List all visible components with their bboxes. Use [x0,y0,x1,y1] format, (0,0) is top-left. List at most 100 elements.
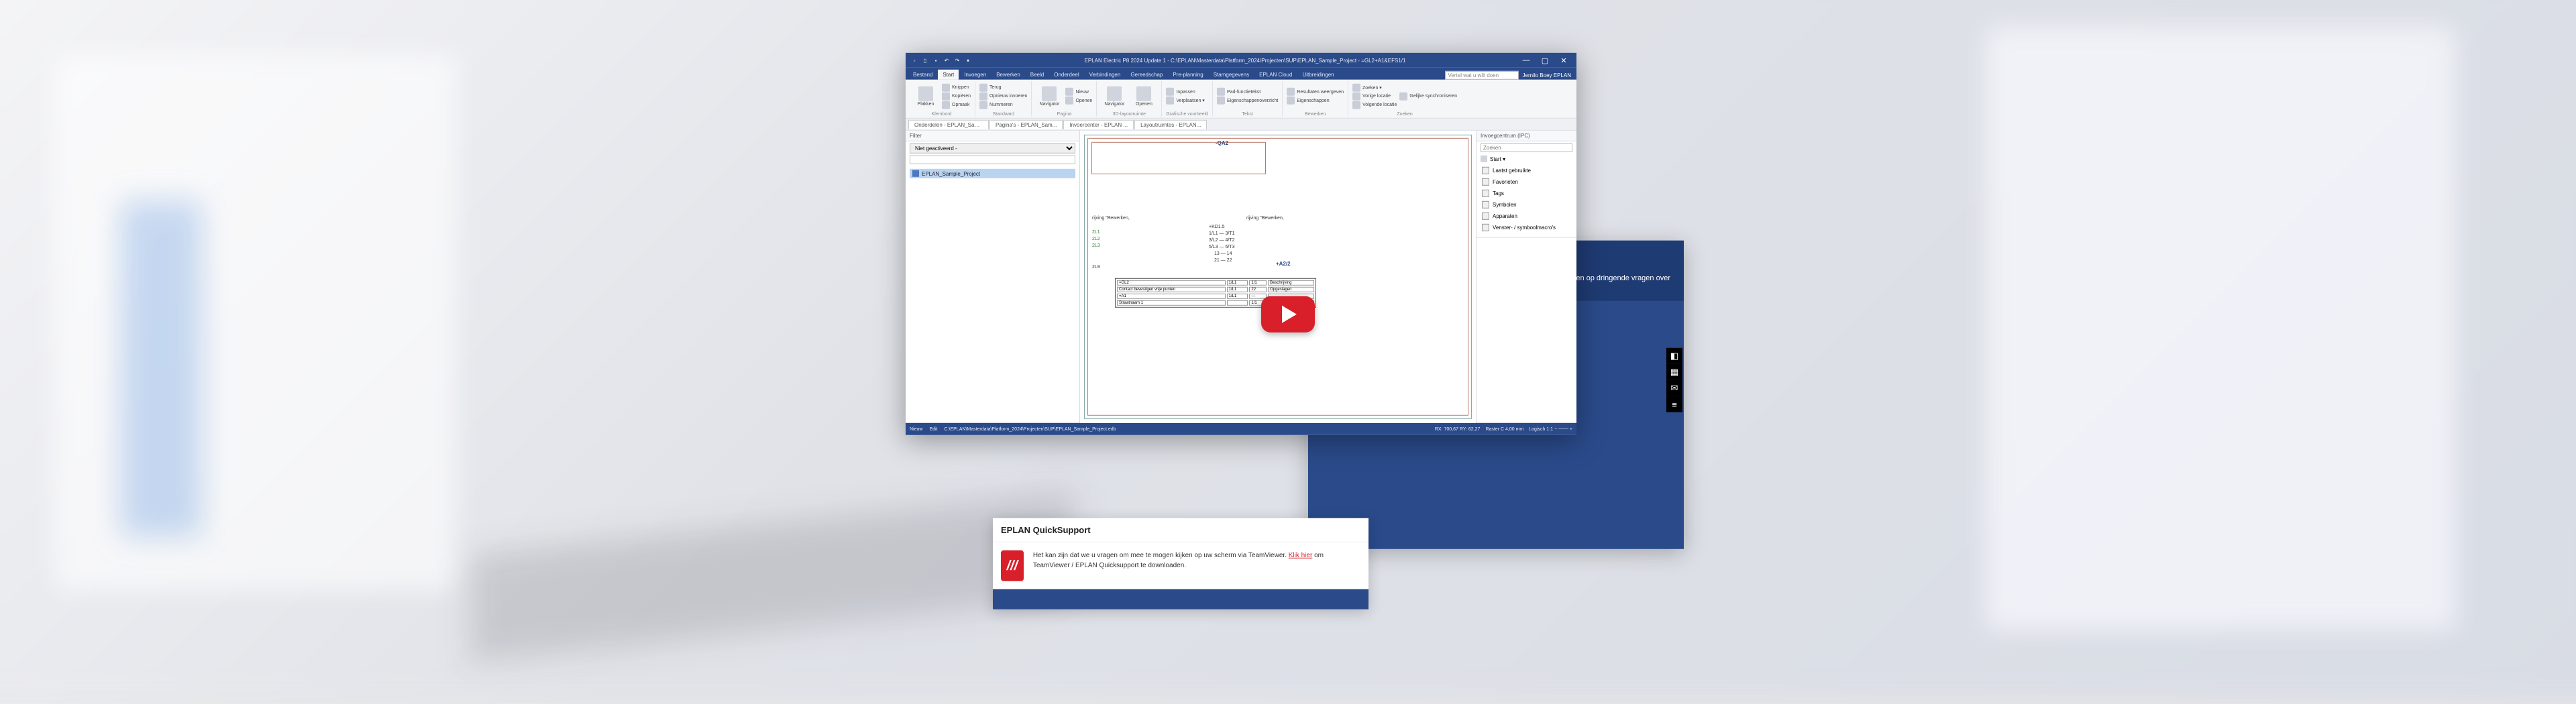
insert-center-panel: Invoegcentrum (IPC) Start ▾ Laatst gebru… [1476,131,1576,423]
status-edit[interactable]: Edit [929,426,937,431]
insert-macros[interactable]: Venster- / symboolmacro's [1477,222,1576,233]
number-button[interactable]: Nummeren [979,101,1027,109]
annot-2: rijving "Bewerken, [1246,216,1284,221]
qat-open-icon[interactable]: ▯ [920,56,930,65]
tab-start[interactable]: Start [938,70,959,80]
group-zoeken-label: Zoeken [1352,111,1457,117]
titlebar: ▫ ▯ ▪ ↶ ↷ ▾ EPLAN Electric P8 2024 Updat… [906,53,1576,68]
page-new-button[interactable]: Nieuw [1065,88,1092,96]
tab-cloud[interactable]: EPLAN Cloud [1254,70,1297,80]
clock-icon [1482,167,1489,174]
qat-save-icon[interactable]: ▪ [931,56,941,65]
insert-devices[interactable]: Apparaten [1477,211,1576,222]
conn-1: 1/L1 — 3/T1 [1209,231,1235,236]
undo-button[interactable]: Terug [979,83,1027,91]
schematic-canvas[interactable]: -QA2 rijving "Bewerken, rijving "Bewerke… [1080,131,1476,423]
filter-combo[interactable]: Niet geactiveerd - [910,143,1075,154]
subtab-1[interactable]: Onderdelen - EPLAN_Sample_Project [908,119,989,129]
conn-4: 13 — 14 [1214,251,1232,256]
maximize-button[interactable]: ▢ [1536,54,1554,66]
tree-project-node[interactable]: EPLAN_Sample_Project [910,169,1075,178]
minimize-button[interactable]: — [1517,54,1535,66]
quicksupport-card: EPLAN QuickSupport /// Het kan zijn dat … [993,518,1368,609]
tab-bewerken[interactable]: Bewerken [991,70,1025,80]
format-button[interactable]: Opmaak [942,101,971,109]
subtab-4[interactable]: Layoutruimtes - EPLAN... [1134,119,1207,129]
subtab-2[interactable]: Pagina's - EPLAN_Sam... [989,119,1063,129]
filter-search[interactable] [910,156,1075,164]
layout-open-button[interactable]: Openen [1130,86,1157,106]
symbol-icon [1482,201,1489,209]
qat-more-icon[interactable]: ▾ [963,56,973,65]
properties-button[interactable]: Eigenschappen [1287,97,1344,105]
tab-verbindingen[interactable]: Verbindingen [1085,70,1126,80]
quicksupport-text: Het kan zijn dat we u vragen om mee te m… [1033,550,1360,571]
play-icon [1282,306,1297,323]
insert-recent[interactable]: Laatst gebruikte [1477,165,1576,176]
tab-onderdeel[interactable]: Onderdeel [1049,70,1083,80]
statusbar: Nieuw Edit C:\EPLAN\Masterdata\Platform_… [906,423,1576,435]
tab-gereedschap[interactable]: Gereedschap [1126,70,1167,80]
group-bewerken-label: Bewerken [1287,111,1344,117]
tab-bestand[interactable]: Bestand [908,70,937,80]
close-button[interactable]: ✕ [1555,54,1572,66]
quicksupport-link[interactable]: Klik hier [1289,552,1313,559]
group-klembord-label: Klembord [912,111,971,117]
page-open-button[interactable]: Openen [1065,97,1092,105]
tag-icon [1482,190,1489,197]
showresults-button[interactable]: Resultaten weergeven [1287,88,1344,96]
paste-button[interactable]: Plakken [912,86,939,106]
document-tabs: Onderdelen - EPLAN_Sample_Project Pagina… [906,119,1576,131]
side-icon-1[interactable]: ◧ [1666,348,1682,364]
tab-invoegen[interactable]: Invoegen [959,70,991,80]
side-icon-2[interactable]: ▦ [1666,364,1682,380]
insert-search[interactable] [1481,143,1572,152]
propoverview-button[interactable]: Eigenschappenoverzicht [1217,97,1278,105]
insert-tags[interactable]: Tags [1477,188,1576,199]
component-label: -QA2 [1216,140,1228,146]
video-play-button[interactable] [1261,296,1315,333]
next-loc-button[interactable]: Volgende locatie [1352,101,1397,109]
qat-new-icon[interactable]: ▫ [910,56,919,65]
insert-start[interactable]: Start ▾ [1477,154,1576,164]
page-navigator-button[interactable]: Navigator [1036,86,1063,106]
ref-kd: +KD1.5 [1209,225,1225,229]
insert-symbols[interactable]: Symbolen [1477,199,1576,211]
side-icon-4[interactable]: ≡ [1666,396,1682,412]
tab-uitbreidingen[interactable]: Uitbreidingen [1297,70,1338,80]
layout-navigator-button[interactable]: Navigator [1101,86,1128,106]
term-2l9: 2L9 [1092,265,1100,270]
teamviewer-icon: /// [1001,550,1024,581]
fit-button[interactable]: Inpassen [1166,88,1204,96]
tab-beeld[interactable]: Beeld [1026,70,1049,80]
home-icon [1481,156,1487,162]
side-icon-3[interactable]: ✉ [1666,380,1682,396]
cut-button[interactable]: Knippen [942,83,971,91]
insert-favorites[interactable]: Favorieten [1477,176,1576,188]
window-title: EPLAN Electric P8 2024 Update 1 - C:\EPL… [973,57,1517,63]
pathtext-button[interactable]: Pad-functietekst [1217,88,1278,96]
ribbon-tabs: Bestand Start Invoegen Bewerken Beeld On… [906,68,1576,80]
copy-button[interactable]: Kopiëren [942,92,971,100]
conn-3: 5/L3 — 6/T3 [1209,245,1235,249]
prev-loc-button[interactable]: Vorige locatie [1352,92,1397,100]
qat-undo-icon[interactable]: ↶ [942,56,951,65]
star-icon [1482,178,1489,186]
tab-preplanning[interactable]: Pre-planning [1168,70,1208,80]
term-2l3: 2L3 [1092,243,1100,248]
tab-stamgegevens[interactable]: Stamgegevens [1209,70,1254,80]
ribbon-search[interactable]: Vertel wat u wilt doen [1445,71,1519,80]
move-button[interactable]: Verplaatsen ▾ [1166,97,1204,105]
group-3d-label: 3D-layoutruimte [1101,111,1157,117]
status-scale[interactable]: Logisch 1:1 − ─── + [1529,426,1572,431]
group-standaard-label: Standaard [979,111,1027,117]
redo-button[interactable]: Opnieuw invoeren [979,92,1027,100]
sync-button[interactable]: Gelijke synchroniseren [1399,92,1457,100]
project-icon [912,170,919,177]
subtab-3[interactable]: Invoercenter - EPLAN ... [1063,119,1134,129]
status-new[interactable]: Nieuw [910,426,922,431]
user-label[interactable]: Jernilo Boey EPLAN [1523,72,1571,78]
search-button[interactable]: Zoeken ▾ [1352,83,1397,91]
left-panel: Filter Niet geactiveerd - EPLAN_Sample_P… [906,131,1080,423]
qat-redo-icon[interactable]: ↷ [953,56,962,65]
